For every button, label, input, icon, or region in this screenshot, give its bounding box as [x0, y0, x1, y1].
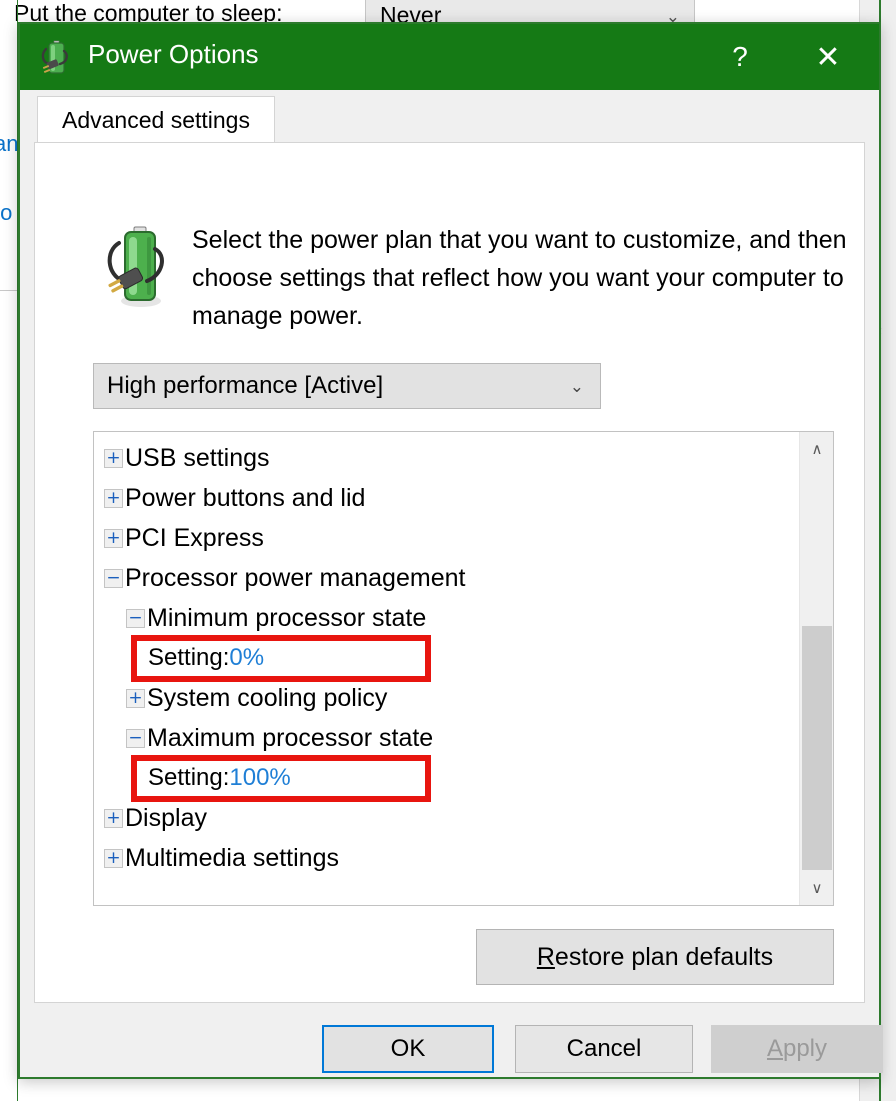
- expand-icon[interactable]: +: [104, 809, 123, 828]
- tree-row-label: Multimedia settings: [125, 844, 339, 873]
- collapse-icon[interactable]: −: [104, 569, 123, 588]
- apply-accelerator: A: [767, 1035, 783, 1063]
- tree-rows: +USB settings+Power buttons and lid+PCI …: [94, 432, 799, 905]
- expand-icon[interactable]: +: [104, 489, 123, 508]
- expand-icon[interactable]: +: [104, 849, 123, 868]
- expand-icon[interactable]: +: [104, 449, 123, 468]
- apply-label: pply: [783, 1035, 827, 1063]
- restore-accelerator: R: [537, 943, 555, 972]
- scroll-down-icon[interactable]: ∨: [800, 871, 834, 905]
- tree-row[interactable]: −Processor power management: [104, 558, 465, 598]
- restore-label: estore plan defaults: [555, 943, 773, 972]
- dialog-titlebar: Power Options ? ✕: [20, 24, 879, 90]
- tree-row-label: USB settings: [125, 444, 270, 473]
- tree-row[interactable]: −Minimum processor state: [126, 598, 426, 638]
- tree-row[interactable]: −Maximum processor state: [126, 718, 433, 758]
- tree-row-label: Minimum processor state: [147, 604, 426, 633]
- scrollbar-thumb[interactable]: [802, 626, 832, 870]
- help-button[interactable]: ?: [709, 24, 771, 90]
- background-link-2[interactable]: to: [0, 200, 12, 226]
- battery-plug-icon: [40, 37, 80, 77]
- battery-plug-icon: [101, 221, 173, 309]
- restore-plan-defaults-button[interactable]: Restore plan defaults: [476, 929, 834, 985]
- tree-row-label: System cooling policy: [147, 684, 387, 713]
- ok-button[interactable]: OK: [322, 1025, 494, 1073]
- tree-row-label: Processor power management: [125, 564, 465, 593]
- tree-row-label: Display: [125, 804, 207, 833]
- tree-row[interactable]: +Multimedia settings: [104, 838, 339, 878]
- dialog-description: Select the power plan that you want to c…: [192, 221, 847, 335]
- expand-icon[interactable]: +: [126, 689, 145, 708]
- tree-row-label: Maximum processor state: [147, 724, 433, 753]
- dialog-title: Power Options: [88, 39, 259, 70]
- highlight-box: [131, 635, 431, 682]
- background-link-1[interactable]: an: [0, 131, 18, 157]
- power-plan-value: High performance [Active]: [107, 372, 383, 400]
- apply-button: Apply: [711, 1025, 883, 1073]
- tab-advanced-settings[interactable]: Advanced settings: [37, 96, 275, 144]
- dialog-content-panel: Select the power plan that you want to c…: [34, 142, 865, 1003]
- tab-strip: Advanced settings: [20, 90, 879, 143]
- screen: Put the computer to sleep: Never ⌄ an to…: [0, 0, 896, 1101]
- background-divider: [0, 290, 18, 291]
- collapse-icon[interactable]: −: [126, 729, 145, 748]
- tree-row[interactable]: +Display: [104, 798, 207, 838]
- scroll-up-icon[interactable]: ∧: [800, 432, 834, 466]
- tree-row[interactable]: +System cooling policy: [126, 678, 387, 718]
- advanced-settings-tree[interactable]: +USB settings+Power buttons and lid+PCI …: [93, 431, 834, 906]
- tree-row-label: PCI Express: [125, 524, 264, 553]
- tree-row[interactable]: +PCI Express: [104, 518, 264, 558]
- highlight-box: [131, 755, 431, 802]
- power-options-dialog: Power Options ? ✕ Advanced settings: [18, 22, 881, 1079]
- collapse-icon[interactable]: −: [126, 609, 145, 628]
- expand-icon[interactable]: +: [104, 529, 123, 548]
- power-plan-dropdown[interactable]: High performance [Active] ⌄: [93, 363, 601, 409]
- tree-row[interactable]: +USB settings: [104, 438, 270, 478]
- chevron-down-icon: ⌄: [570, 377, 584, 397]
- tree-scrollbar[interactable]: ∧ ∨: [799, 432, 833, 905]
- cancel-button[interactable]: Cancel: [515, 1025, 693, 1073]
- tree-row-label: Power buttons and lid: [125, 484, 365, 513]
- tree-row[interactable]: +Power buttons and lid: [104, 478, 365, 518]
- close-button[interactable]: ✕: [797, 24, 859, 90]
